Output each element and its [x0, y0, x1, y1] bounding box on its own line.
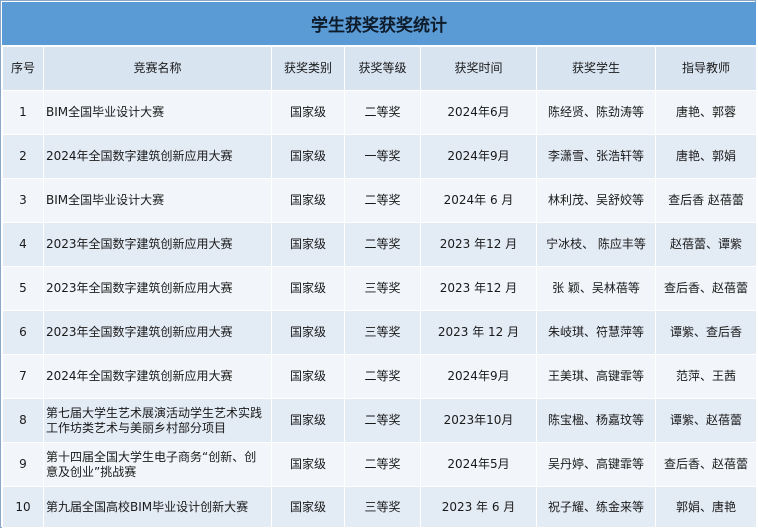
- table-row: 2 2024年全国数字建筑创新应用大赛 国家级 一等奖 2024年9月 李潇雪、张浩轩等唐…: [2, 134, 757, 179]
- col-teachers-cell: 谭紫、赵蓓蕾: [655, 398, 757, 443]
- col-competition-cell: 2023年全国数字建筑创新应用大赛: [43, 310, 272, 355]
- col-level-cell: 二等奖: [344, 398, 421, 443]
- col-level-cell: 三等奖: [344, 266, 421, 311]
- col-category-cell: 国家级: [271, 178, 345, 223]
- col-date-cell: 2023 年 6 月: [420, 486, 537, 528]
- col-index-cell: 6: [2, 310, 44, 355]
- col-category-cell: 国家级: [271, 90, 345, 135]
- col-competition-cell: 第七届大学生艺术展演活动学生艺术实践工作坊类艺术与美丽乡村部分项目: [43, 398, 272, 443]
- col-index-cell: 9: [2, 442, 44, 487]
- col-teachers-header: 指导教师: [655, 46, 757, 91]
- table-body: 1 BIM全国毕业设计大赛 国家级 二等奖 2024年6月 陈经贤、陈劲涛等 唐艳、郭蓉 2 2…: [2, 90, 757, 528]
- col-students-cell: 王美琪、高键霏等: [536, 354, 656, 399]
- col-students-cell: 朱岐琪、符慧萍等: [536, 310, 656, 355]
- col-competition-cell: 第九届全国高校BIM毕业设计创新大赛: [43, 486, 272, 528]
- col-teachers-cell: 查后香、赵蓓蕾: [655, 442, 757, 487]
- col-level-cell: 一等奖: [344, 134, 421, 179]
- col-index-cell: 8: [2, 398, 44, 443]
- col-date-cell: 2024年 6 月: [420, 178, 537, 223]
- col-students-cell: 宁冰枝、 陈应丰等: [536, 222, 656, 267]
- table-row: 9 第十四届全国大学生电子商务“创新、创意及创业”挑战赛 国家级 二等奖 2024年5月…: [2, 442, 757, 487]
- col-category-cell: 国家级: [271, 486, 345, 528]
- col-index-header: 序号: [2, 46, 44, 91]
- col-date-cell: 2023 年12 月: [420, 222, 537, 267]
- table-row: 5 2023年全国数字建筑创新应用大赛 国家级 三等奖 2023 年12 月张 颖、吴林…: [2, 266, 757, 311]
- col-level-cell: 三等奖: [344, 310, 421, 355]
- col-date-cell: 2024年9月: [420, 134, 537, 179]
- col-level-header: 获奖等级: [344, 46, 421, 91]
- col-students-cell: 张 颖、吴林蓓等: [536, 266, 656, 311]
- col-index-cell: 2: [2, 134, 44, 179]
- col-date-cell: 2023 年 12 月: [420, 310, 537, 355]
- col-date-cell: 2024年5月: [420, 442, 537, 487]
- col-competition-cell: BIM全国毕业设计大赛: [43, 178, 272, 223]
- col-date-header: 获奖时间: [420, 46, 537, 91]
- table-row: 7 2024年全国数字建筑创新应用大赛 国家级 二等奖 2024年9月 王美琪、高键霏等范…: [2, 354, 757, 399]
- col-category-cell: 国家级: [271, 310, 345, 355]
- col-level-cell: 二等奖: [344, 354, 421, 399]
- col-index-cell: 5: [2, 266, 44, 311]
- col-index-cell: 3: [2, 178, 44, 223]
- col-date-cell: 2023年10月: [420, 398, 537, 443]
- header-row: 序号 竞赛名称 获奖类别 获奖等级 获奖时间 获奖学生 指导教师: [2, 46, 757, 91]
- col-index-cell: 7: [2, 354, 44, 399]
- col-date-cell: 2023 年12 月: [420, 266, 537, 311]
- col-students-cell: 祝子耀、练金来等: [536, 486, 656, 528]
- col-category-cell: 国家级: [271, 222, 345, 267]
- col-students-cell: 李潇雪、张浩轩等: [536, 134, 656, 179]
- col-teachers-cell: 查后香 赵蓓蕾: [655, 178, 757, 223]
- col-competition-cell: 2023年全国数字建筑创新应用大赛: [43, 222, 272, 267]
- col-category-header: 获奖类别: [271, 46, 345, 91]
- col-index-cell: 1: [2, 90, 44, 135]
- col-competition-header: 竞赛名称: [43, 46, 272, 91]
- col-competition-cell: BIM全国毕业设计大赛: [43, 90, 272, 135]
- col-competition-cell: 第十四届全国大学生电子商务“创新、创意及创业”挑战赛: [43, 442, 272, 487]
- col-date-cell: 2024年9月: [420, 354, 537, 399]
- col-competition-cell: 2023年全国数字建筑创新应用大赛: [43, 266, 272, 311]
- col-students-header: 获奖学生: [536, 46, 656, 91]
- col-teachers-cell: 赵蓓蕾、谭紫: [655, 222, 757, 267]
- table-row: 10 第九届全国高校BIM毕业设计创新大赛 国家级 三等奖 2023 年 6 月祝子耀、…: [2, 486, 757, 528]
- col-level-cell: 二等奖: [344, 442, 421, 487]
- col-teachers-cell: 范萍、王茜: [655, 354, 757, 399]
- col-level-cell: 二等奖: [344, 90, 421, 135]
- table-row: 1 BIM全国毕业设计大赛 国家级 二等奖 2024年6月 陈经贤、陈劲涛等 唐艳、郭蓉: [2, 90, 757, 135]
- col-category-cell: 国家级: [271, 442, 345, 487]
- table-row: 3 BIM全国毕业设计大赛 国家级 二等奖 2024年 6 月林利茂、吴舒姣等 查后香 赵…: [2, 178, 757, 223]
- col-teachers-cell: 查后香、赵蓓蕾: [655, 266, 757, 311]
- col-students-cell: 陈宝楹、杨嘉玟等: [536, 398, 656, 443]
- col-students-cell: 林利茂、吴舒姣等: [536, 178, 656, 223]
- col-competition-cell: 2024年全国数字建筑创新应用大赛: [43, 354, 272, 399]
- col-category-cell: 国家级: [271, 134, 345, 179]
- col-date-cell: 2024年6月: [420, 90, 537, 135]
- col-category-cell: 国家级: [271, 354, 345, 399]
- col-index-cell: 4: [2, 222, 44, 267]
- col-competition-cell: 2024年全国数字建筑创新应用大赛: [43, 134, 272, 179]
- col-students-cell: 陈经贤、陈劲涛等: [536, 90, 656, 135]
- award-table-frame: 学生获奖获奖统计 序号 竞赛名称 获奖类别 获奖等级 获奖时间 获奖学生 指导教师 1 BIM…: [0, 0, 757, 528]
- col-level-cell: 三等奖: [344, 486, 421, 528]
- col-category-cell: 国家级: [271, 398, 345, 443]
- col-level-cell: 二等奖: [344, 222, 421, 267]
- col-teachers-cell: 谭紫、查后香: [655, 310, 757, 355]
- col-teachers-cell: 唐艳、郭蓉: [655, 90, 757, 135]
- table-row: 4 2023年全国数字建筑创新应用大赛 国家级 二等奖 2023 年12 月宁冰枝、 陈…: [2, 222, 757, 267]
- col-category-cell: 国家级: [271, 266, 345, 311]
- col-teachers-cell: 郭娟、唐艳: [655, 486, 757, 528]
- table-title: 学生获奖获奖统计: [2, 2, 756, 46]
- table-row: 6 2023年全国数字建筑创新应用大赛 国家级 三等奖 2023 年 12 月朱岐琪、符…: [2, 310, 757, 355]
- col-index-cell: 10: [2, 486, 44, 528]
- col-level-cell: 二等奖: [344, 178, 421, 223]
- col-teachers-cell: 唐艳、郭娟: [655, 134, 757, 179]
- col-students-cell: 吴丹婷、高键霏等: [536, 442, 656, 487]
- award-table: 序号 竞赛名称 获奖类别 获奖等级 获奖时间 获奖学生 指导教师 1 BIM全国毕业设计大赛国…: [2, 46, 757, 528]
- table-row: 8 第七届大学生艺术展演活动学生艺术实践工作坊类艺术与美丽乡村部分项目 国家级 二等奖…: [2, 398, 757, 443]
